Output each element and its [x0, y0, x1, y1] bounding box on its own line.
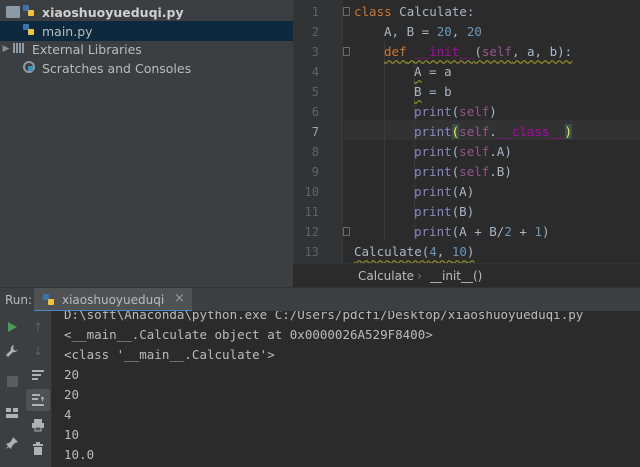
python-file-icon [22, 4, 38, 20]
code-line-6: print(self) [414, 104, 497, 119]
rerun-button[interactable] [2, 317, 22, 337]
console-line: D:\soft\Anaconda\python.exe C:/Users/pdc… [64, 311, 584, 322]
code-line-9: print(self.B) [414, 164, 512, 179]
console-line: 20 [64, 387, 80, 402]
line-number: 3 [311, 45, 319, 59]
indent-guide [384, 40, 385, 240]
console-line: 10.0 [64, 447, 95, 462]
stop-button[interactable] [2, 371, 22, 391]
tree-item-scratches[interactable]: Scratches and Consoles [0, 58, 293, 78]
breadcrumb-class[interactable]: Calculate [358, 269, 414, 283]
code-line-3: def __init__(self, a, b): [384, 44, 573, 59]
pin-button[interactable] [2, 433, 22, 453]
tree-item-label: External Libraries [32, 41, 142, 57]
play-icon [8, 322, 17, 332]
code-line-1: class Calculate: [354, 4, 475, 19]
python-file-icon [42, 293, 56, 307]
breadcrumb-separator: › [417, 269, 422, 283]
layout-icon [6, 408, 18, 418]
code-line-8: print(self.A) [414, 144, 512, 159]
code-line-11: print(B) [414, 204, 475, 219]
code-line-7: print(self.__class__) [414, 124, 573, 139]
scroll-down-button[interactable]: ↓ [28, 341, 48, 361]
line-number-current: 7 [311, 125, 319, 139]
wrench-icon [6, 345, 18, 357]
line-number: 5 [311, 85, 319, 99]
fold-icon[interactable] [343, 47, 350, 56]
printer-icon [32, 419, 44, 432]
breadcrumb-method[interactable]: __init__() [430, 269, 482, 283]
tree-item-label: Scratches and Consoles [42, 60, 192, 76]
breadcrumb: Calculate › __init__() [293, 263, 640, 287]
layout-button[interactable] [2, 403, 22, 423]
line-number: 6 [311, 105, 319, 119]
fold-icon[interactable] [343, 227, 350, 236]
tree-item-main[interactable]: main.py [0, 21, 293, 41]
line-number: 8 [311, 145, 319, 159]
project-tree: xiaoshuoyueduqi.py main.py ▶ External Li… [0, 0, 293, 287]
line-number: 9 [311, 165, 319, 179]
line-number: 12 [304, 225, 319, 239]
console-line: <__main__.Calculate object at 0x0000026A… [64, 327, 433, 342]
code-editor[interactable]: 1 2 3 4 5 6 7 8 9 10 11 12 13 class Calc… [293, 0, 640, 263]
line-number: 1 [311, 5, 319, 19]
run-panel-header: Run: xiaoshuoyueduqi × [0, 287, 640, 312]
code-line-12: print(A + B/2 + 1) [414, 224, 550, 239]
console-line: <class '__main__.Calculate'> [64, 347, 275, 362]
stop-icon [6, 375, 18, 387]
scroll-up-button[interactable]: ↑ [28, 317, 48, 337]
folder-icon [6, 6, 20, 18]
tree-item-xiaoshuoyueduqi[interactable]: xiaoshuoyueduqi.py [0, 2, 293, 22]
settings-button[interactable] [2, 341, 22, 361]
arrow-up-icon: ↑ [32, 320, 44, 334]
clear-console-button[interactable] [28, 439, 48, 459]
arrow-down-icon: ↓ [32, 344, 44, 358]
soft-wrap-button[interactable] [28, 365, 48, 385]
soft-wrap-icon [32, 370, 44, 380]
code-line-4: A = a [414, 64, 452, 79]
pin-icon [6, 437, 18, 449]
console-output[interactable]: D:\soft\Anaconda\python.exe C:/Users/pdc… [52, 311, 640, 467]
print-button[interactable] [28, 415, 48, 435]
run-toolbar-secondary: ↑ ↓ [24, 311, 52, 467]
close-icon[interactable]: × [174, 291, 185, 306]
code-line-2: A, B = 20, 20 [384, 24, 482, 39]
tree-item-label: xiaoshuoyueduqi.py [42, 4, 184, 20]
code-line-5: B = b [414, 84, 452, 99]
code-line-10: print(A) [414, 184, 475, 199]
tree-item-external-libraries[interactable]: ▶ External Libraries [0, 39, 293, 59]
run-tab[interactable]: xiaoshuoyueduqi × [34, 288, 192, 312]
trash-icon [33, 442, 43, 455]
chevron-right-icon: ▶ [2, 44, 10, 54]
run-tab-label: xiaoshuoyueduqi [62, 293, 165, 307]
tree-item-label: main.py [42, 23, 93, 39]
fold-icon[interactable] [343, 7, 350, 16]
console-line: 20 [64, 367, 80, 382]
run-label: Run: [5, 293, 33, 307]
line-number: 2 [311, 25, 319, 39]
scroll-to-end-icon [32, 394, 44, 406]
scroll-to-end-button[interactable] [26, 389, 50, 411]
line-number-gutter: 1 2 3 4 5 6 7 8 9 10 11 12 13 [293, 0, 343, 263]
line-number: 4 [311, 65, 319, 79]
python-file-icon [22, 23, 38, 39]
line-number: 13 [304, 245, 319, 259]
run-toolbar-primary [0, 311, 24, 467]
line-number: 10 [304, 185, 319, 199]
console-line: 10 [64, 427, 80, 442]
scratches-icon [22, 60, 38, 76]
console-line: 4 [64, 407, 72, 422]
code-line-13: Calculate(4, 10) [354, 244, 475, 259]
line-number: 11 [304, 205, 319, 219]
library-icon [12, 41, 28, 57]
